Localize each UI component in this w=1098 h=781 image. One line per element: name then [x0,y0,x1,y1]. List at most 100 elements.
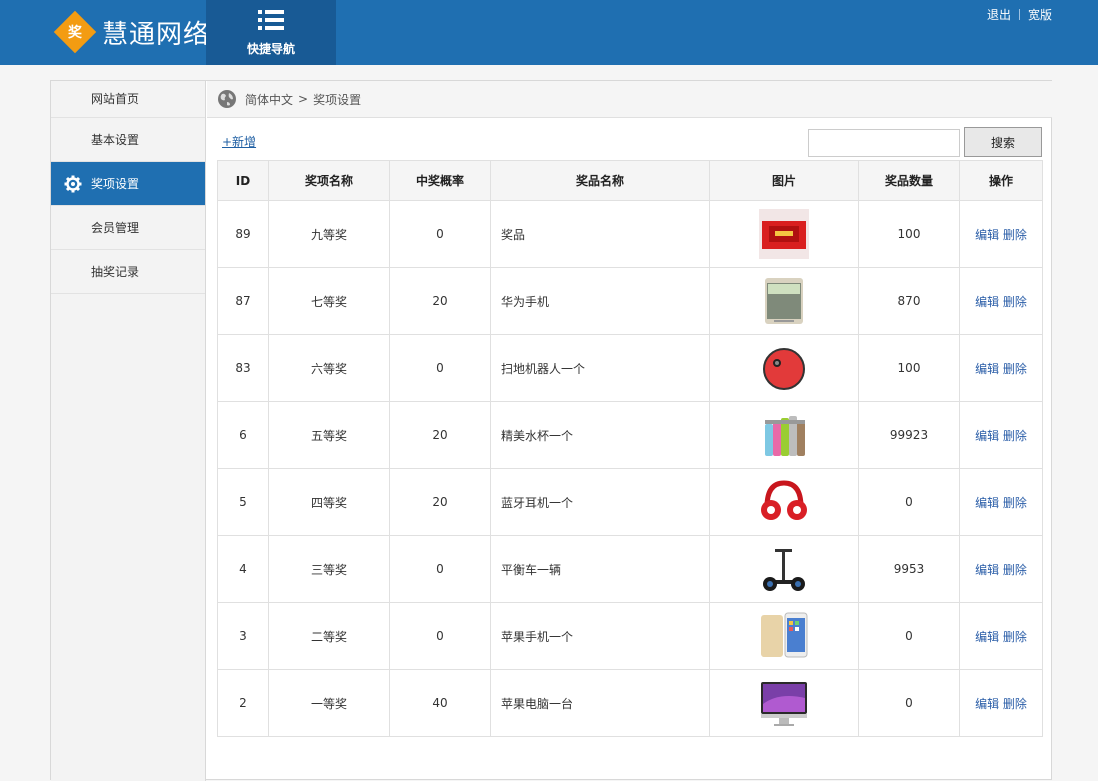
column-header: ID [217,160,269,201]
edit-link[interactable]: 编辑 [975,496,999,510]
globe-icon [218,90,236,108]
delete-link[interactable]: 删除 [1003,697,1027,711]
edit-link[interactable]: 编辑 [975,697,999,711]
cell-prize-name: 扫地机器人一个 [490,334,710,402]
cell-actions: 编辑 删除 [959,669,1043,737]
quick-nav-label: 快捷导航 [246,42,295,56]
column-header: 图片 [709,160,859,201]
cell-probability: 40 [389,669,491,737]
cell-prize-name: 奖品 [490,200,710,268]
sidebar-item-basic-settings[interactable]: 基本设置 [51,118,205,162]
delete-link[interactable]: 删除 [1003,362,1027,376]
huawei-phone-image [759,276,809,326]
edit-link[interactable]: 编辑 [975,362,999,376]
logo-char: 奖 [68,25,82,41]
table-header-row: ID 奖项名称 中奖概率 奖品名称 图片 奖品数量 操作 [217,160,1043,201]
cell-prize-name: 精美水杯一个 [490,401,710,469]
sidebar-item-draw-records[interactable]: 抽奖记录 [51,250,205,294]
sidebar-item-label: 会员管理 [91,221,140,235]
cell-actions: 编辑 删除 [959,267,1043,335]
table-row: 4 三等奖 0 平衡车一辆 9953 编辑 删除 [217,535,1043,603]
sidebar-item-home[interactable]: 网站首页 [51,81,205,118]
delete-link[interactable]: 删除 [1003,630,1027,644]
sidebar: 网站首页 基本设置 奖项设置 会员管理 抽奖记录 [51,81,206,781]
divider [1018,9,1020,20]
cell-image [709,669,859,737]
cell-level: 九等奖 [268,200,390,268]
cell-probability: 20 [389,401,491,469]
toolbar: +新增 搜索 [207,118,1052,160]
sidebar-item-label: 网站首页 [91,92,140,106]
edit-link[interactable]: 编辑 [975,429,999,443]
brand-name: 慧通网络 [102,19,211,50]
cell-id: 3 [217,602,269,670]
cell-prize-name: 苹果电脑一台 [490,669,710,737]
cell-image [709,602,859,670]
cell-level: 三等奖 [268,535,390,603]
prize-table: ID 奖项名称 中奖概率 奖品名称 图片 奖品数量 操作 89 九等奖 0 奖品 [217,160,1043,737]
cell-image [709,535,859,603]
cell-id: 89 [217,200,269,268]
cell-level: 二等奖 [268,602,390,670]
cell-probability: 0 [389,535,491,603]
cell-level: 四等奖 [268,468,390,536]
robot-vacuum-image [759,343,809,393]
cell-id: 87 [217,267,269,335]
cell-actions: 编辑 删除 [959,401,1043,469]
delete-link[interactable]: 删除 [1003,228,1027,242]
delete-link[interactable]: 删除 [1003,429,1027,443]
cell-probability: 0 [389,334,491,402]
search-button[interactable]: 搜索 [964,127,1042,157]
cell-quantity: 100 [858,200,960,268]
imac-image [759,678,809,728]
table-row: 87 七等奖 20 华为手机 870 编辑 删除 [217,267,1043,335]
table-row: 83 六等奖 0 扫地机器人一个 100 编辑 删除 [217,334,1043,402]
cell-level: 一等奖 [268,669,390,737]
cell-quantity: 0 [858,669,960,737]
cell-quantity: 9953 [858,535,960,603]
breadcrumb-root[interactable]: 简体中文 [245,91,293,108]
edit-link[interactable]: 编辑 [975,228,999,242]
cell-prize-name: 蓝牙耳机一个 [490,468,710,536]
cell-actions: 编辑 删除 [959,602,1043,670]
cell-id: 5 [217,468,269,536]
cell-image [709,468,859,536]
table-row: 3 二等奖 0 苹果手机一个 0 编辑 删除 [217,602,1043,670]
cell-quantity: 870 [858,267,960,335]
cell-quantity: 100 [858,334,960,402]
top-links: 退出 宽版 [987,6,1052,23]
column-header: 奖项名称 [268,160,390,201]
add-button[interactable]: +新增 [222,133,256,150]
red-envelope-box-image [759,209,809,259]
table-row: 6 五等奖 20 精美水杯一个 99923 编辑 删除 [217,401,1043,469]
cell-quantity: 0 [858,602,960,670]
cell-id: 4 [217,535,269,603]
search-input[interactable] [808,129,960,157]
cell-actions: 编辑 删除 [959,468,1043,536]
sidebar-item-prize-settings[interactable]: 奖项设置 [51,162,205,206]
logout-link[interactable]: 退出 [987,6,1011,23]
delete-link[interactable]: 删除 [1003,496,1027,510]
wide-mode-link[interactable]: 宽版 [1028,6,1052,23]
edit-link[interactable]: 编辑 [975,295,999,309]
content-area: 简体中文 > 奖项设置 +新增 搜索 ID 奖项名称 中奖概率 奖品名称 图片 … [207,81,1052,781]
column-header: 中奖概率 [389,160,491,201]
cell-probability: 20 [389,468,491,536]
list-icon [258,10,284,30]
column-header: 奖品名称 [490,160,710,201]
delete-link[interactable]: 删除 [1003,295,1027,309]
logo-badge: 奖 [53,10,97,54]
edit-link[interactable]: 编辑 [975,630,999,644]
cell-id: 83 [217,334,269,402]
delete-link[interactable]: 删除 [1003,563,1027,577]
table-row: 89 九等奖 0 奖品 100 编辑 删除 [217,200,1043,268]
cell-image [709,267,859,335]
column-header: 奖品数量 [858,160,960,201]
edit-link[interactable]: 编辑 [975,563,999,577]
cell-level: 六等奖 [268,334,390,402]
quick-nav-button[interactable]: 快捷导航 [206,0,336,65]
sidebar-item-members[interactable]: 会员管理 [51,206,205,250]
balance-scooter-image [759,544,809,594]
table-row: 5 四等奖 20 蓝牙耳机一个 0 编辑 删除 [217,468,1043,536]
cell-prize-name: 苹果手机一个 [490,602,710,670]
